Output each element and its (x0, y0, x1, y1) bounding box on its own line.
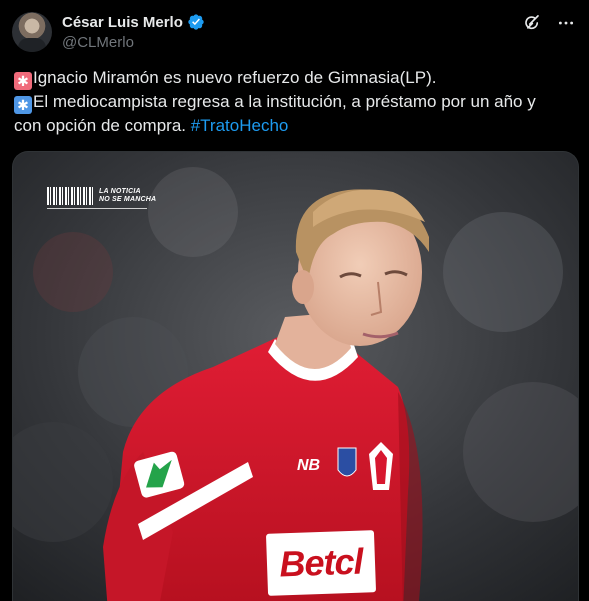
sponsor-logo: Betcl (265, 530, 377, 596)
avatar[interactable] (12, 12, 52, 52)
tweet-line-3-text: con opción de compra. (14, 116, 191, 135)
siren-emoji-icon: ✱ (14, 72, 32, 90)
author-row: César Luis Merlo (62, 13, 205, 31)
tweet[interactable]: César Luis Merlo @CLMerlo ✱ Ignacio Miram… (0, 0, 589, 601)
watermark-text: LA NOTICIA NO SE MANCHA (99, 188, 156, 204)
watermark: LA NOTICIA NO SE MANCHA (47, 187, 156, 209)
tweet-line-3: con opción de compra. #TratoHecho (14, 114, 579, 138)
barcode-logo-icon (47, 187, 93, 205)
watermark-line-2: NO SE MANCHA (99, 196, 157, 203)
header-actions (521, 12, 577, 34)
tweet-line-1: ✱ Ignacio Miramón es nuevo refuerzo de Gi… (14, 66, 579, 90)
watermark-line-1: LA NOTICIA (99, 188, 141, 195)
hashtag-link[interactable]: #TratoHecho (191, 116, 289, 135)
tweet-line-2: ✱ El mediocampista regresa a la instituci… (14, 90, 579, 114)
asterisk-emoji-icon: ✱ (14, 96, 32, 114)
svg-text:NB: NB (297, 457, 320, 474)
tweet-line-1-text: Ignacio Miramón es nuevo refuerzo de Gim… (33, 68, 437, 87)
author-display-name[interactable]: César Luis Merlo (62, 14, 183, 31)
verified-badge-icon (188, 14, 204, 30)
tweet-text: ✱ Ignacio Miramón es nuevo refuerzo de Gi… (14, 66, 579, 138)
grok-icon[interactable] (521, 12, 543, 34)
author-handle[interactable]: @CLMerlo (62, 34, 134, 51)
watermark-underline (47, 208, 147, 209)
sponsor-text: Betcl (278, 540, 364, 585)
more-icon[interactable] (555, 12, 577, 34)
tweet-line-2-text: El mediocampista regresa a la institució… (33, 92, 536, 111)
tweet-media-photo[interactable]: NB LA NOTICIA NO SE MANCHA Betcl (12, 151, 579, 601)
avatar-shirt (18, 38, 46, 52)
